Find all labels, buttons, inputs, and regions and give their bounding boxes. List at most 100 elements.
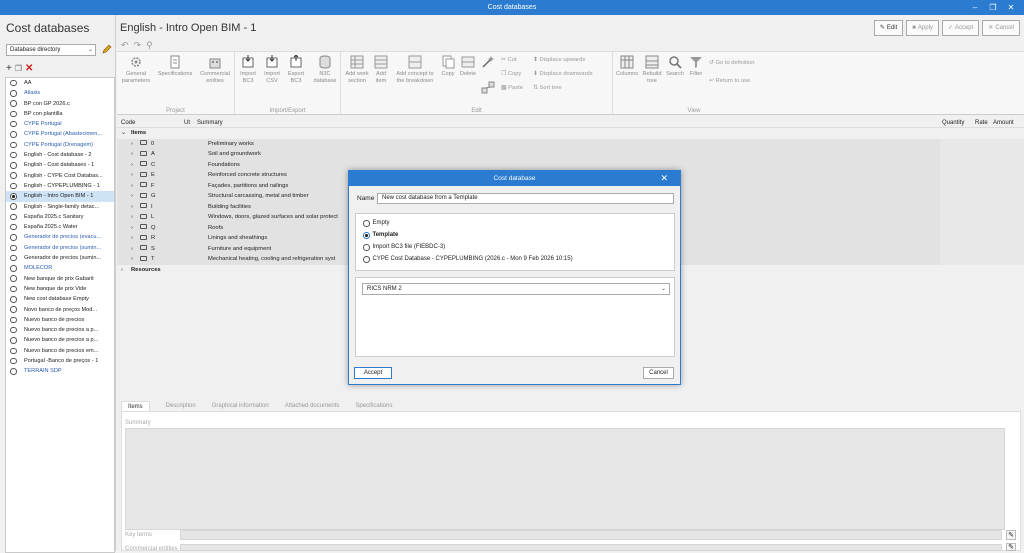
option-cype-cost-database[interactable]: CYPE Cost Database - CYPEPLUMBING (2026.… <box>363 256 573 263</box>
chevron-right-icon[interactable]: › <box>131 191 133 202</box>
copy-icon[interactable]: ❐ <box>15 64 22 74</box>
sidebar-item[interactable]: Generador de precios (sumin... <box>6 243 114 253</box>
radio-button[interactable] <box>10 120 17 128</box>
template-select[interactable]: RICS NRM 2 ⌄ <box>362 283 670 295</box>
paste-button[interactable]: ▩ Paste <box>501 85 523 91</box>
chevron-right-icon[interactable]: › <box>131 254 133 265</box>
radio-button[interactable] <box>10 285 17 293</box>
export-bc3-button[interactable]: Export BC3 <box>285 55 307 84</box>
import-bc3-button[interactable]: Import BC3 <box>237 55 259 84</box>
sidebar-item[interactable]: New banque de prix Vide <box>6 284 114 294</box>
radio-button[interactable] <box>10 151 17 159</box>
sidebar-item[interactable]: Nuevo banco de precios <box>6 315 114 325</box>
displace-downwards-button[interactable]: ⬇ Displace downwards <box>533 71 593 77</box>
database-directory-select[interactable]: Database directory ⌄ <box>6 44 96 56</box>
sidebar-item[interactable]: New banque de prix Gabarit <box>6 274 114 284</box>
add-item-button[interactable]: Add item <box>373 55 389 84</box>
minimize-icon[interactable]: – <box>966 0 984 15</box>
restore-icon[interactable]: ❐ <box>984 0 1002 15</box>
specifications-button[interactable]: Specifications <box>155 55 195 78</box>
recalc-button[interactable] <box>479 80 497 96</box>
sidebar-item[interactable]: BP con GP 2026.c <box>6 99 114 109</box>
sidebar-item[interactable]: BP con plantilla <box>6 109 114 119</box>
edit-button[interactable]: ✎ Edit <box>873 20 904 36</box>
option-empty[interactable]: Empty <box>363 220 390 227</box>
close-window-icon[interactable]: ✕ <box>1002 0 1020 15</box>
radio-button[interactable] <box>10 79 17 87</box>
radio-button[interactable] <box>10 368 17 375</box>
sidebar-item[interactable]: English - Intro Open BIM - 1 <box>6 191 114 202</box>
rebuild-tree-button[interactable]: Rebuild tree <box>641 55 663 84</box>
sidebar-item[interactable]: España 2025.c Water <box>6 222 114 232</box>
sidebar-item[interactable]: TERRAIN SDP <box>6 366 114 376</box>
sidebar-item[interactable]: España 2025.c Sanitary <box>6 212 114 222</box>
chevron-right-icon[interactable]: › <box>131 233 133 244</box>
radio-button[interactable] <box>10 254 17 262</box>
sidebar-item[interactable]: Aliaxis <box>6 88 114 98</box>
chevron-right-icon[interactable]: › <box>131 212 133 223</box>
table-row[interactable]: › A Soil and groundwork <box>117 149 1024 160</box>
radio-button[interactable] <box>10 234 17 241</box>
radio-button[interactable] <box>10 265 17 272</box>
add-work-section-button[interactable]: Add work section <box>343 55 371 84</box>
radio-button[interactable] <box>10 213 17 221</box>
summary-textarea[interactable] <box>125 428 1005 530</box>
radio-button[interactable] <box>10 131 17 138</box>
displace-upwards-button[interactable]: ⬆ Displace upwards <box>533 57 585 63</box>
sidebar-item[interactable]: English - CYPE Cost Databas... <box>6 171 114 181</box>
tab-specifications[interactable]: Specifications <box>355 401 392 411</box>
radio-button[interactable] <box>10 110 17 118</box>
accept-button[interactable]: ✓ Accept <box>941 20 980 36</box>
chevron-right-icon[interactable]: › <box>131 139 133 150</box>
radio-button[interactable] <box>10 90 17 97</box>
sidebar-item[interactable]: Generador de precios (sumin... <box>6 253 114 263</box>
column-ut[interactable]: Ut <box>184 118 190 128</box>
sidebar-item[interactable]: English - Cost database - 2 <box>6 150 114 160</box>
undo-icon[interactable]: ↶ <box>121 40 129 51</box>
wand-button[interactable] <box>479 55 497 71</box>
columns-button[interactable]: Columns <box>615 55 639 78</box>
apply-button[interactable]: ■ Apply <box>906 20 939 36</box>
radio-button[interactable] <box>10 296 17 303</box>
sidebar-item[interactable]: Nuevo banco de precios a p... <box>6 325 114 335</box>
dialog-cancel-button[interactable]: Cancel <box>643 367 674 379</box>
column-quantity[interactable]: Quantity <box>942 118 964 128</box>
sidebar-item[interactable]: CYPE Portugal (Drenagem) <box>6 140 114 150</box>
radio-button[interactable] <box>10 172 17 179</box>
radio-empty[interactable] <box>363 220 370 227</box>
sidebar-item[interactable]: English - Single-family detac... <box>6 202 114 212</box>
add-icon[interactable]: + <box>6 64 12 74</box>
chevron-right-icon[interactable]: › <box>131 170 133 181</box>
dialog-accept-button[interactable]: Accept <box>354 367 392 379</box>
tab-attached-documents[interactable]: Attached documents <box>285 401 340 411</box>
general-parameters-button[interactable]: General parameters <box>119 55 153 84</box>
sidebar-item[interactable]: AA <box>6 78 114 88</box>
sidebar-item[interactable]: Nuevo banco de precios a p... <box>6 335 114 345</box>
sidebar-item[interactable]: Portugal -Banco de preços - 1 <box>6 356 114 366</box>
import-csv-button[interactable]: Import CSV <box>261 55 283 84</box>
delete-button[interactable]: Delete <box>459 55 477 78</box>
commercial-entities-button[interactable]: Commercial entities <box>197 55 233 84</box>
radio-button[interactable] <box>10 100 17 107</box>
radio-button[interactable] <box>10 316 17 324</box>
radio-button[interactable] <box>10 306 17 313</box>
sidebar-item[interactable]: Novo banco de preços Mod... <box>6 305 114 315</box>
return-to-use-button[interactable]: ↩ Return to use <box>709 78 750 84</box>
column-summary[interactable]: Summary <box>197 118 223 128</box>
chevron-right-icon[interactable]: › <box>131 149 133 160</box>
table-row[interactable]: › 0 Preliminary works <box>117 138 1024 150</box>
column-code[interactable]: Code <box>121 118 135 128</box>
radio-button[interactable] <box>10 162 17 169</box>
radio-button[interactable] <box>10 337 17 344</box>
radio-button[interactable] <box>10 203 17 210</box>
filter-button[interactable]: Filter <box>687 55 705 78</box>
radio-button[interactable] <box>10 347 17 355</box>
radio-import-bc3[interactable] <box>363 244 370 251</box>
cut-button[interactable]: ✂ Cut <box>501 57 517 63</box>
radio-button[interactable] <box>10 141 17 149</box>
radio-button[interactable] <box>10 244 17 252</box>
copy-small-button[interactable]: ❐ Copy <box>501 71 521 77</box>
sidebar-item[interactable]: MOLECOR <box>6 263 114 273</box>
pencil-icon[interactable] <box>101 43 113 55</box>
sidebar-item[interactable]: New cost database Empty <box>6 294 114 304</box>
